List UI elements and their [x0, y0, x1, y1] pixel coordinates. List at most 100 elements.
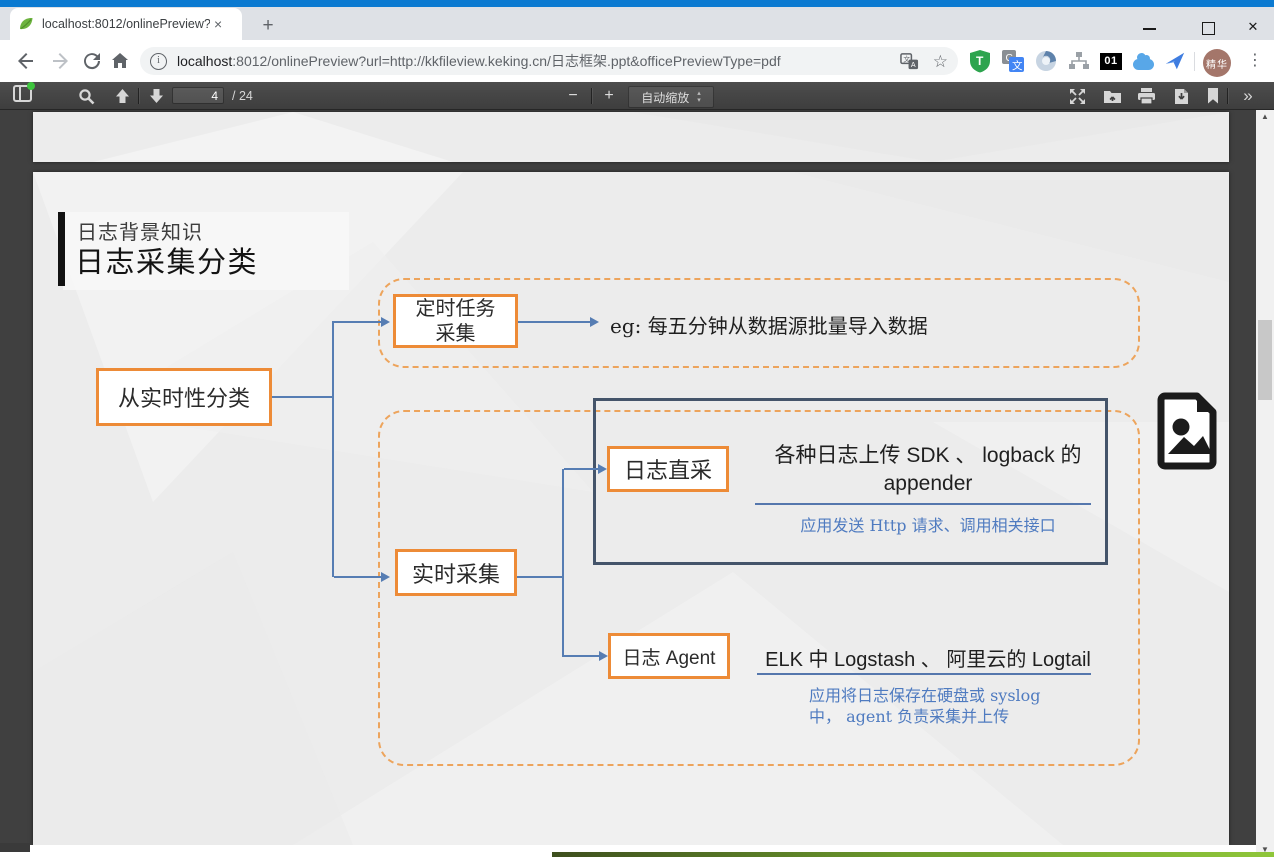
- connector-line: [564, 655, 599, 657]
- bookmark-star-icon[interactable]: ☆: [933, 53, 948, 70]
- arrowhead-icon: [598, 464, 607, 474]
- extension-sitemap[interactable]: [1066, 48, 1092, 74]
- tab-strip: localhost:8012/onlinePreview? × + ✕: [0, 7, 1274, 40]
- zoom-select[interactable]: 自动缩放 ▴▾: [628, 86, 714, 108]
- shield-icon: T: [969, 49, 991, 73]
- print-button[interactable]: [1134, 86, 1158, 106]
- extension-cloud[interactable]: [1130, 48, 1156, 74]
- toolbar-divider: [1194, 52, 1195, 71]
- browser-window: localhost:8012/onlinePreview? × + ✕ i lo…: [0, 0, 1274, 857]
- extension-bird[interactable]: [1162, 48, 1188, 74]
- pdf-page-3-bottom: [33, 112, 1229, 162]
- node-agent: 日志 Agent: [608, 633, 730, 679]
- svg-text:A: A: [911, 61, 916, 69]
- minimize-icon: [1143, 28, 1156, 30]
- window-minimize-button[interactable]: [1135, 16, 1165, 40]
- vertical-scrollbar[interactable]: ▲ ▼: [1256, 110, 1274, 857]
- desktop-wallpaper-sliver: [552, 852, 1274, 857]
- spring-leaf-favicon: [18, 16, 34, 32]
- browser-toolbar: i localhost:8012/onlinePreview?url=http:…: [0, 40, 1274, 82]
- zoom-out-button[interactable]: −: [562, 86, 584, 106]
- connector-line: [332, 321, 334, 577]
- pdf-toolbar: / 24 − + 自动缩放 ▴▾: [0, 82, 1274, 110]
- tab-title: localhost:8012/onlinePreview?: [42, 17, 210, 31]
- back-button[interactable]: [14, 49, 38, 73]
- direct-description-line2: appender: [723, 470, 1133, 498]
- home-button[interactable]: [108, 49, 132, 73]
- sidebar-notify-dot: [27, 82, 35, 90]
- page-count-label: / 24: [232, 89, 253, 103]
- direct-description: 各种日志上传 SDK 、 logback 的 appender: [723, 442, 1133, 498]
- tab-close-icon[interactable]: ×: [214, 17, 222, 31]
- node-root: 从实时性分类: [96, 368, 272, 426]
- more-tools-button[interactable]: »: [1236, 86, 1260, 106]
- connector-line: [564, 468, 598, 470]
- pdf-page-4: 日志背景知识 日志采集分类 从实时性分类 定时任务: [33, 172, 1229, 845]
- forward-button[interactable]: [48, 49, 72, 73]
- new-tab-button[interactable]: +: [256, 15, 280, 39]
- slide-title: 日志采集分类: [75, 239, 258, 281]
- extension-translate[interactable]: G 文: [1000, 48, 1026, 74]
- pdf-viewer-area[interactable]: 日志背景知识 日志采集分类 从实时性分类 定时任务: [0, 110, 1256, 845]
- extension-shield[interactable]: T: [967, 48, 993, 74]
- window-maximize-button[interactable]: [1193, 16, 1223, 40]
- page-down-button[interactable]: [144, 86, 168, 106]
- toolbar-divider: [591, 88, 592, 104]
- presentation-mode-button[interactable]: [1065, 86, 1089, 106]
- connector-line: [334, 576, 381, 578]
- broken-image-icon: [1155, 392, 1223, 470]
- url-path: :8012/onlinePreview?url=http://kkfilevie…: [232, 53, 780, 69]
- bookmark-button[interactable]: [1201, 86, 1225, 106]
- page-up-button[interactable]: [110, 86, 134, 106]
- svg-text:文: 文: [1012, 59, 1023, 72]
- arrowhead-icon: [381, 317, 390, 327]
- node-scheduled-line2: 采集: [436, 321, 476, 346]
- translate-ext-icon: G 文: [1001, 49, 1025, 73]
- scroll-up-icon[interactable]: ▲: [1256, 110, 1274, 124]
- extension-01[interactable]: 01: [1098, 48, 1124, 74]
- address-bar[interactable]: i localhost:8012/onlinePreview?url=http:…: [140, 47, 958, 75]
- url-text[interactable]: localhost:8012/onlinePreview?url=http://…: [177, 51, 892, 71]
- translate-page-icon[interactable]: 文 A: [900, 52, 919, 71]
- zoom-in-button[interactable]: +: [598, 86, 620, 106]
- profile-avatar[interactable]: 精华: [1203, 49, 1231, 77]
- cloud-icon: [1133, 59, 1154, 70]
- download-button[interactable]: [1169, 86, 1193, 106]
- direct-description-line1: 各种日志上传 SDK 、 logback 的: [723, 442, 1133, 470]
- arrowhead-icon: [590, 317, 599, 327]
- site-info-icon[interactable]: i: [150, 53, 167, 70]
- connector-line: [334, 321, 381, 323]
- agent-sub-line1: 应用将日志保存在硬盘或 syslog: [809, 685, 1109, 706]
- reload-button[interactable]: [80, 49, 104, 73]
- extension-circle[interactable]: [1033, 48, 1059, 74]
- select-down-icon: ▾: [697, 97, 701, 104]
- node-scheduled-line1: 定时任务: [416, 296, 496, 321]
- window-close-button[interactable]: ✕: [1238, 16, 1268, 40]
- maximize-icon: [1202, 22, 1215, 35]
- scrollbar-thumb[interactable]: [1258, 320, 1272, 400]
- window-accent-border: [0, 0, 1274, 7]
- chrome-menu-button[interactable]: ⋮: [1243, 49, 1267, 73]
- fullscreen-icon: [1069, 88, 1086, 105]
- browser-tab[interactable]: localhost:8012/onlinePreview? ×: [10, 8, 242, 40]
- node-direct: 日志直采: [607, 446, 729, 492]
- arrowhead-icon: [599, 651, 608, 661]
- agent-sub-note: 应用将日志保存在硬盘或 syslog 中， agent 负责采集并上传: [809, 685, 1109, 727]
- scheduled-example-text: eg: 每五分钟从数据源批量导入数据: [610, 310, 928, 339]
- download-icon: [1174, 88, 1189, 105]
- page-number-input[interactable]: [172, 87, 224, 104]
- find-button[interactable]: [74, 86, 98, 106]
- connector-line: [562, 469, 564, 657]
- swirl-circle-icon: [1035, 50, 1057, 72]
- svg-text:T: T: [976, 54, 984, 68]
- title-accent-bar: [58, 212, 65, 286]
- underline-rule: [755, 503, 1091, 505]
- connector-line: [518, 321, 590, 323]
- sidebar-toggle-button[interactable]: [10, 86, 34, 106]
- toolbar-divider: [1227, 88, 1228, 104]
- folder-open-icon: [1103, 88, 1122, 104]
- connector-line: [272, 396, 333, 398]
- agent-description: ELK 中 Logstash 、 阿里云的 Logtail: [723, 643, 1133, 672]
- open-file-button[interactable]: [1100, 86, 1124, 106]
- url-host: localhost: [177, 53, 232, 69]
